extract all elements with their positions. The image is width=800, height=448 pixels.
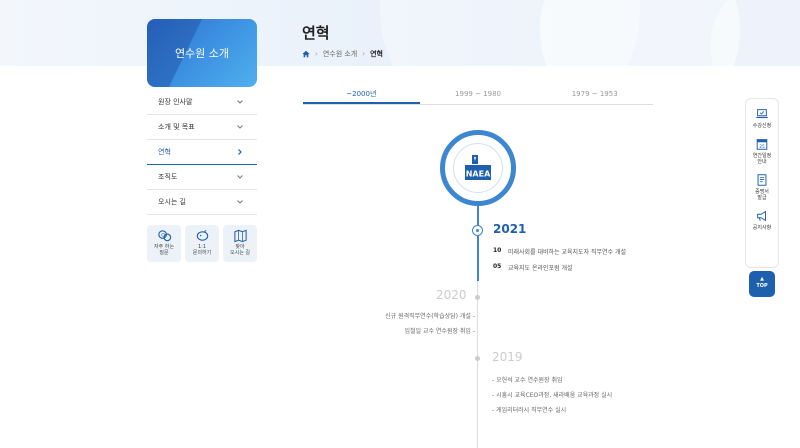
course-registration-button[interactable]: 수강신청 (746, 107, 778, 129)
timeline-event: 05 교육지도 온라인포럼 개설 (493, 263, 573, 272)
quick-label: 오시는 길 (230, 250, 250, 256)
period-tabs: ~2000년 1999 ~ 1980 1979 ~ 1953 (303, 86, 653, 105)
timeline-event: 10 미래사회를 대비하는 교육지도자 직무연수 개설 (493, 247, 626, 256)
sidebar-category-card: 연수원 소개 (147, 19, 257, 87)
chevron-right-icon: › (362, 50, 366, 58)
calendar-icon: 25 (756, 139, 768, 150)
sidebar-item-label: 연혁 (158, 148, 171, 156)
naea-logo-ring: NAEA (440, 130, 516, 206)
notice-button[interactable]: 공지사항 (746, 209, 778, 231)
directions-button[interactable]: 찾아 오시는 길 (223, 225, 257, 262)
breadcrumb: › 연수원 소개 › 연혁 (302, 49, 383, 59)
page-banner (0, 0, 800, 66)
megaphone-icon (757, 210, 766, 222)
logo-text: NAEA (466, 170, 491, 179)
faq-icon: Q (157, 230, 171, 242)
chevron-right-icon: › (315, 50, 318, 58)
inquiry-button[interactable]: 1:1 문의하기 (185, 225, 219, 262)
sidebar-item-label: 오시는 길 (158, 198, 186, 206)
sidebar-item-organization[interactable]: 조직도 (147, 165, 257, 190)
breadcrumb-item[interactable]: 연수원 소개 (323, 49, 357, 59)
sidebar-quick-links: Q 자주 하는 질문 1:1 문의하기 찾아 오시는 길 (147, 225, 257, 262)
top-label: TOP (756, 283, 768, 289)
sidebar-category-title: 연수원 소개 (174, 47, 230, 60)
sidebar-menu: 원장 인사말 소개 및 목표 연혁 조직도 오시는 길 (147, 90, 257, 215)
timeline-event: - 오헌석 교수 연수원장 취임 (492, 377, 563, 384)
tab-2000[interactable]: ~2000년 (303, 86, 420, 104)
chevron-down-icon (237, 175, 243, 179)
piggy-chat-icon (196, 229, 208, 241)
tab-1999-1980[interactable]: 1999 ~ 1980 (420, 86, 537, 104)
event-month: 10 (493, 247, 502, 254)
chevron-down-icon (237, 100, 243, 104)
rbar-label: 안내 (757, 159, 767, 165)
laptop-icon (756, 109, 768, 119)
year-2021: 2021 (493, 222, 527, 236)
chevron-down-icon (237, 125, 243, 129)
rbar-label: 발급 (757, 195, 767, 201)
rbar-label: 공지사항 (752, 225, 772, 231)
sidebar-item-greeting[interactable]: 원장 인사말 (147, 90, 257, 115)
sidebar-item-label: 소개 및 목표 (158, 123, 195, 131)
timeline-dot-active (472, 225, 483, 236)
timeline-event: - 시흥시 교육CEO과정, 새라배움 교육과정 실시 (492, 392, 613, 399)
map-icon (233, 229, 247, 243)
timeline-event: 임철일 교수 연수원장 취임 - (404, 328, 475, 335)
annual-schedule-button[interactable]: 25 연간일정 안내 (746, 137, 778, 165)
quick-label: 질문 (159, 250, 169, 256)
svg-text:Q: Q (161, 232, 165, 238)
timeline-event: - 게임리터러시 직무연수 실시 (492, 407, 567, 414)
sidebar-item-history[interactable]: 연혁 (147, 140, 257, 165)
sidebar-item-intro[interactable]: 소개 및 목표 (147, 115, 257, 140)
event-text: 미래사회를 대비하는 교육지도자 직무연수 개설 (508, 249, 627, 256)
timeline-line-active (477, 206, 479, 281)
sidebar-item-label: 원장 인사말 (158, 98, 193, 106)
logo-inner-circle: NAEA (453, 143, 503, 193)
tab-1979-1953[interactable]: 1979 ~ 1953 (536, 86, 653, 104)
chevron-right-icon (238, 149, 242, 155)
breadcrumb-current: 연혁 (370, 50, 383, 58)
chevron-up-icon: ▲ (760, 276, 764, 282)
home-icon[interactable] (302, 50, 310, 58)
right-quick-bar: 수강신청 25 연간일정 안내 증명서 발급 공지사항 (745, 98, 779, 268)
timeline-line (477, 281, 478, 448)
chevron-down-icon (237, 200, 243, 204)
year-2019: 2019 (492, 350, 523, 364)
rbar-label: 수강신청 (752, 123, 772, 129)
event-text: 교육지도 온라인포럼 개설 (508, 265, 573, 272)
timeline-event: 신규 원격직무연수(학습상담) 개설 - (385, 313, 475, 320)
banner-decoration (710, 0, 800, 66)
page-title: 연혁 (302, 24, 330, 42)
naea-logo: NAEA (465, 155, 491, 180)
year-2020: 2020 (436, 288, 467, 302)
sidebar-item-directions[interactable]: 오시는 길 (147, 190, 257, 215)
timeline-dot (475, 356, 480, 361)
timeline-dot (475, 295, 480, 300)
certificate-button[interactable]: 증명서 발급 (746, 173, 778, 201)
event-month: 05 (493, 263, 502, 270)
banner-decoration (380, 0, 640, 66)
scroll-top-button[interactable]: ▲ TOP (749, 271, 775, 297)
document-icon (757, 174, 767, 186)
sidebar-item-label: 조직도 (158, 173, 178, 181)
faq-button[interactable]: Q 자주 하는 질문 (147, 225, 181, 262)
calendar-day: 25 (759, 144, 765, 150)
quick-label: 문의하기 (192, 250, 212, 256)
